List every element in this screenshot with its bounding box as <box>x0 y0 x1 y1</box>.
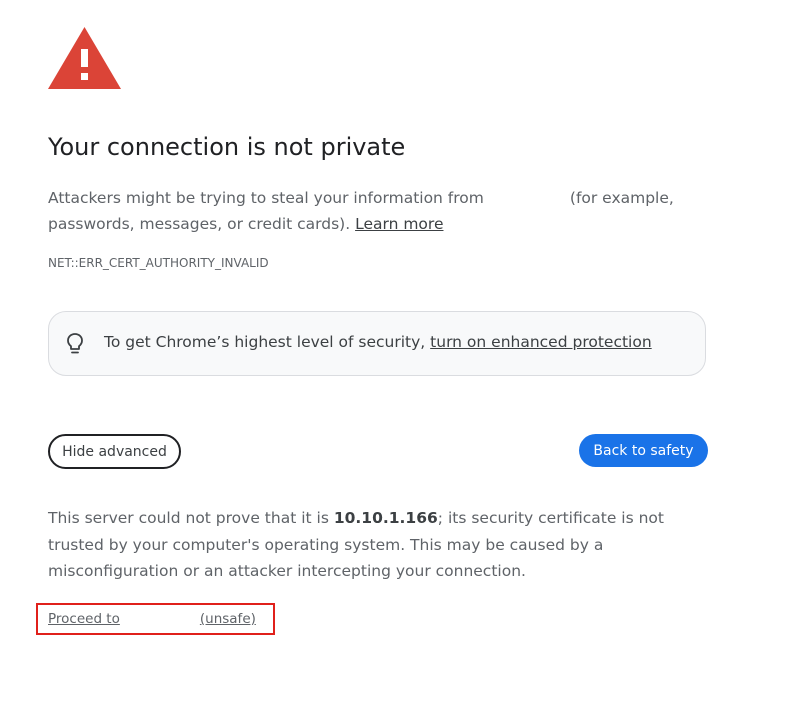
enhanced-protection-link[interactable]: turn on enhanced protection <box>430 333 652 351</box>
details-text-1: This server could not prove that it is <box>48 509 329 527</box>
proceed-unsafe-link[interactable]: Proceed to (unsafe) <box>48 611 256 627</box>
lightbulb-icon <box>67 333 83 354</box>
proceed-suffix: (unsafe) <box>199 611 256 627</box>
learn-more-link[interactable]: Learn more <box>355 215 443 233</box>
advanced-details: This server could not prove that it is 1… <box>48 505 718 585</box>
back-to-safety-button[interactable]: Back to safety <box>579 434 708 467</box>
server-host: 10.10.1.166 <box>333 509 438 527</box>
main-message-text: Attackers might be trying to steal your … <box>48 189 484 207</box>
proceed-highlight-box: Proceed to (unsafe) <box>36 603 275 635</box>
enhanced-protection-text: To get Chrome’s highest level of securit… <box>104 333 652 351</box>
enhanced-protection-banner: To get Chrome’s highest level of securit… <box>48 311 706 376</box>
proceed-prefix: Proceed to <box>48 611 120 627</box>
page-title: Your connection is not private <box>48 133 406 161</box>
warning-triangle-icon <box>48 27 121 89</box>
enhanced-protection-message: To get Chrome’s highest level of securit… <box>104 333 426 351</box>
hide-advanced-button[interactable]: Hide advanced <box>48 434 181 469</box>
main-message: Attackers might be trying to steal your … <box>48 185 698 237</box>
error-code: NET::ERR_CERT_AUTHORITY_INVALID <box>48 256 269 270</box>
